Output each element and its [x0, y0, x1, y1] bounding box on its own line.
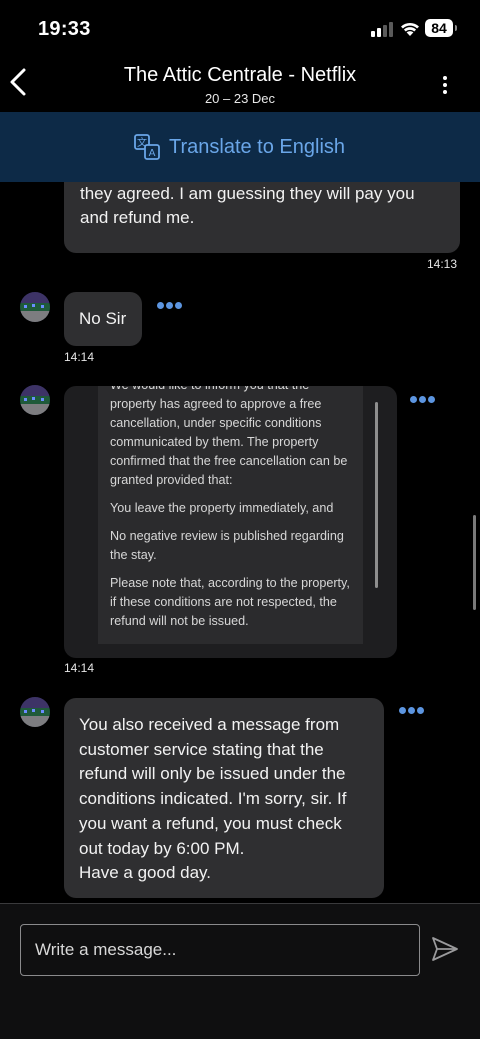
- status-time: 19:33: [38, 18, 91, 40]
- battery-nub: [455, 25, 457, 31]
- svg-text:A: A: [149, 148, 156, 159]
- embedded-message-text: We would like to inform you that the pro…: [110, 386, 350, 640]
- booking-dates: 20 – 23 Dec: [204, 91, 276, 106]
- vertical-dots-icon[interactable]: [432, 70, 458, 100]
- avatar-image: [20, 697, 50, 727]
- embedded-paragraph: We would like to inform you that the pro…: [110, 386, 348, 487]
- message-bubble-incoming[interactable]: You also received a message from custome…: [64, 698, 384, 898]
- page-scrollbar[interactable]: [473, 515, 476, 610]
- signal-icon: [371, 21, 395, 37]
- chat-header: The Attic Centrale - Netflix 20 – 23 Dec: [0, 56, 480, 112]
- embedded-message[interactable]: We would like to inform you that the pro…: [64, 386, 397, 658]
- avatar-image: [20, 385, 50, 415]
- chevron-left-icon[interactable]: [4, 62, 34, 102]
- message-list[interactable]: I literally just spoke to them on the ph…: [0, 182, 480, 903]
- send-icon[interactable]: [430, 934, 460, 964]
- embedded-message-body[interactable]: We would like to inform you that the pro…: [98, 386, 363, 644]
- avatar-image: [20, 292, 50, 322]
- translate-label: Translate to English: [169, 135, 346, 158]
- translate-bar[interactable]: 文 A Translate to English: [0, 112, 480, 182]
- message-time: 14:13: [427, 257, 458, 271]
- message-text: No Sir: [79, 309, 127, 328]
- message-text: You also received a message from custome…: [79, 715, 347, 883]
- embedded-scrollbar[interactable]: [375, 402, 378, 588]
- embedded-paragraph: Please note that, according to the prope…: [110, 576, 350, 628]
- status-bar: 19:33 84: [0, 0, 480, 56]
- message-text: I literally just spoke to them on the ph…: [80, 183, 415, 228]
- embedded-paragraph: You leave the property immediately, and: [110, 501, 334, 515]
- message-bubble-incoming[interactable]: No Sir: [64, 292, 142, 346]
- avatar[interactable]: [20, 697, 50, 727]
- message-input[interactable]: [20, 924, 420, 976]
- embedded-paragraph: No negative review is published regardin…: [110, 529, 344, 562]
- avatar[interactable]: [20, 292, 50, 322]
- message-options-icon[interactable]: [157, 300, 185, 310]
- battery-icon: 84: [425, 19, 453, 37]
- message-composer: [0, 904, 480, 1039]
- wifi-icon: [401, 22, 419, 36]
- message-time: 14:14: [64, 661, 95, 675]
- message-options-icon[interactable]: [410, 394, 438, 404]
- message-options-icon[interactable]: [399, 705, 427, 715]
- conversation-title: The Attic Centrale - Netflix: [123, 64, 357, 86]
- avatar[interactable]: [20, 385, 50, 415]
- message-bubble-outgoing[interactable]: I literally just spoke to them on the ph…: [64, 182, 460, 253]
- translate-icon: 文 A: [134, 134, 160, 160]
- message-time: 14:14: [64, 350, 95, 364]
